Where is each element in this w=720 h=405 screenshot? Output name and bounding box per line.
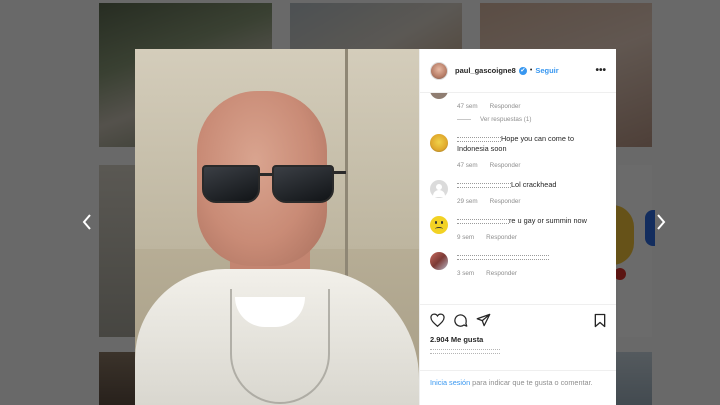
redacted-date [430,349,500,354]
list-item: Hope you can come to Indonesia soon 47 s… [430,134,606,169]
login-prompt-text: para indicar que te gusta o comentar. [470,378,593,387]
post-photo[interactable] [135,49,419,405]
post-actions: 2.904 Me gusta [420,304,616,370]
avatar[interactable] [430,61,448,80]
comment-avatar[interactable] [430,134,448,152]
likes-count[interactable]: 2.904 Me gusta [430,335,606,344]
login-prompt: Inicia sesión para indicar que te gusta … [420,370,616,405]
comment-time: 3 sem [457,270,475,277]
comment-avatar[interactable] [430,180,448,198]
comments-list[interactable]: 47 sem Responder Ver respuestas (1) Hope… [420,93,616,304]
replies-line [457,119,471,120]
sad-face-icon[interactable] [430,216,448,234]
login-link[interactable]: Inicia sesión [430,378,470,387]
list-item: re u gay or summin now 9 sem Responder [430,216,606,241]
photo-sunglasses [200,161,346,205]
comment-time: 29 sem [457,198,478,205]
action-icons [430,311,606,329]
list-item: 47 sem Responder Ver respuestas (1) [430,103,606,123]
follow-button[interactable]: Seguir [535,66,558,75]
view-replies-button[interactable]: Ver respuestas (1) [457,116,606,123]
post-side-panel: paul_gascoigne8 ✔ • Seguir ••• 47 sem Re… [419,49,616,405]
redacted-username [457,218,509,224]
list-item: Lol crackhead 29 sem Responder [430,180,606,205]
chevron-right-icon[interactable] [656,214,666,230]
photo-wall-edge [345,49,348,309]
comment-time: 9 sem [457,234,475,241]
comment-text [457,252,606,262]
reply-button[interactable]: Responder [490,103,521,110]
separator-dot: • [529,67,533,74]
post-header: paul_gascoigne8 ✔ • Seguir ••• [420,49,616,93]
reply-button[interactable]: Responder [486,234,517,241]
share-icon[interactable] [476,313,491,327]
reply-button[interactable]: Responder [486,270,517,277]
reply-button[interactable]: Responder [490,162,521,169]
comment-text: re u gay or summin now [457,216,606,226]
chevron-left-icon[interactable] [82,214,92,230]
heart-icon[interactable] [430,313,445,327]
comment-time: 47 sem [457,103,478,110]
username-link[interactable]: paul_gascoigne8 [455,66,516,75]
photo-necklace [230,289,330,404]
comment-avatar[interactable] [430,93,448,99]
verified-badge-icon: ✔ [518,66,527,75]
comment-avatar[interactable] [430,252,448,270]
reply-button[interactable]: Responder [490,198,521,205]
redacted-username [457,136,501,142]
view-replies-label: Ver respuestas (1) [480,116,532,123]
comment-text: Hope you can come to Indonesia soon [457,134,575,153]
post-modal: paul_gascoigne8 ✔ • Seguir ••• 47 sem Re… [135,49,616,405]
redacted-username [457,182,511,188]
more-options-button[interactable]: ••• [595,65,606,76]
bookmark-icon[interactable] [594,313,606,328]
comment-icon[interactable] [453,313,468,328]
redacted-text [457,254,549,260]
comment-time: 47 sem [457,162,478,169]
list-item: 3 sem Responder [430,252,606,277]
comment-text: Lol crackhead [457,180,606,190]
